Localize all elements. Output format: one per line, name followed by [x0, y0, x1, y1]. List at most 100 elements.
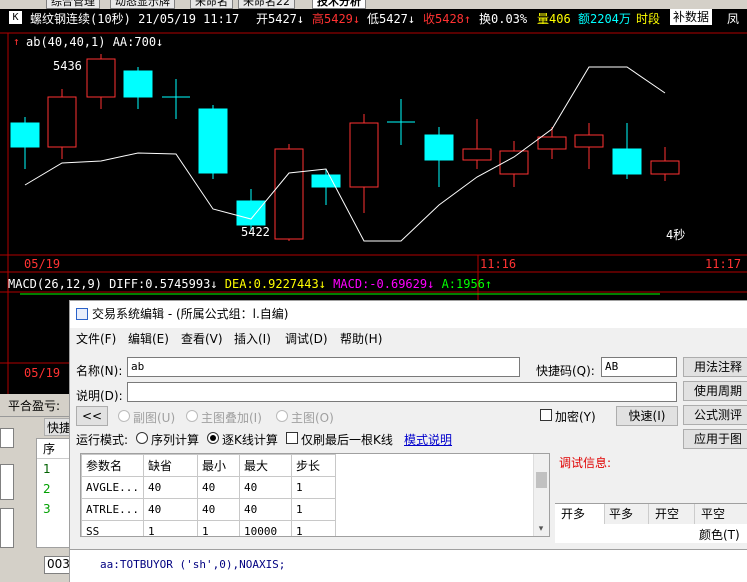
- high-price: 高5429↓: [312, 12, 361, 26]
- position-panel: 平合盈亏: 快捷 序 1 2 3 003: [0, 394, 72, 582]
- shortcut-label: 快捷码(Q):: [536, 364, 595, 378]
- tab-dynamic-board[interactable]: 动态显示牌: [110, 0, 175, 9]
- high-price-marker: 5436: [53, 59, 82, 73]
- formula-editor-dialog: 交易系统编辑 - (所属公式组：l.自编) 文件(F) 编辑(E) 查看(V) …: [69, 300, 747, 582]
- close-arrow-icon: ↑: [463, 12, 472, 26]
- candle-up: [650, 160, 680, 175]
- tab-open-short[interactable]: 开空: [649, 504, 695, 524]
- pnl-divider: [0, 416, 70, 417]
- table-row[interactable]: AVGLE... 40 40 40 1: [81, 476, 336, 499]
- tab-close-short[interactable]: 平空: [695, 504, 747, 524]
- shortcut-input[interactable]: AB: [601, 357, 677, 377]
- tab-integrated-management[interactable]: 综合管理: [46, 0, 100, 9]
- candle-down: [198, 108, 228, 174]
- candle-up: [574, 134, 604, 148]
- quick-button[interactable]: 快速(I): [616, 406, 678, 426]
- mode-help-link[interactable]: 模式说明: [404, 431, 452, 448]
- chevron-down-icon[interactable]: ▾: [535, 524, 547, 534]
- tab-unnamed22[interactable]: 未命名22: [238, 0, 295, 9]
- sequence-calc-radio[interactable]: [136, 432, 148, 444]
- low-arrow-icon: ↓: [407, 12, 416, 26]
- code-line[interactable]: aa:TOTBUYOR ('sh',0),NOAXIS;: [100, 558, 285, 571]
- side-box[interactable]: [0, 508, 14, 548]
- bar-calc-radio[interactable]: [207, 432, 219, 444]
- time-axis-mid: 11:16: [480, 257, 517, 271]
- table-row[interactable]: ATRLE... 40 40 40 1: [81, 498, 336, 521]
- name-label: 名称(N):: [76, 364, 123, 378]
- name-input[interactable]: ab: [127, 357, 520, 377]
- high-arrow-icon: ↓: [352, 12, 361, 26]
- diff-arrow-icon: ↓: [210, 277, 218, 291]
- header-tail: 凤: [727, 12, 740, 26]
- formula-test-button[interactable]: 公式测评: [683, 405, 747, 425]
- candle-up: [349, 122, 379, 188]
- color-label[interactable]: 颜色(T): [699, 526, 740, 543]
- refresh-last-checkbox[interactable]: [286, 432, 298, 444]
- low-price-marker: 5422: [241, 225, 270, 239]
- candle-up: [274, 148, 304, 240]
- encrypt-checkbox[interactable]: [540, 409, 552, 421]
- scroll-thumb[interactable]: [536, 472, 547, 488]
- indicator-up-icon: ↑: [13, 35, 20, 48]
- quick-tab[interactable]: 快捷: [44, 418, 72, 436]
- pnl-label: 平合盈亏:: [8, 399, 61, 413]
- time-axis-lower: 05/19: [24, 366, 61, 380]
- collapse-button[interactable]: <<: [76, 406, 108, 426]
- candle-up: [86, 58, 116, 98]
- menu-insert[interactable]: 插入(I): [234, 328, 271, 350]
- list-header: 序: [37, 439, 71, 459]
- menu-file[interactable]: 文件(F): [76, 328, 116, 350]
- list-item[interactable]: 2: [37, 479, 71, 499]
- open-price: 开5427↓: [256, 12, 305, 26]
- main-overlay-label: 主图叠加(I): [201, 411, 262, 425]
- subchart-label: 副图(U): [133, 411, 176, 425]
- menu-view[interactable]: 查看(V): [181, 328, 223, 350]
- candle-down: [311, 174, 341, 188]
- bar-calc-label: 逐K线计算: [222, 433, 278, 447]
- col-max: 最大: [238, 454, 292, 477]
- supplement-data-button[interactable]: 补数据: [670, 9, 713, 25]
- table-row[interactable]: SS 1 1 10000 1: [81, 520, 336, 536]
- dialog-title: 交易系统编辑 - (所属公式组：l.自编): [70, 301, 747, 328]
- list-item[interactable]: 3: [37, 499, 71, 519]
- period: 时段: [636, 12, 661, 26]
- apply-to-chart-button[interactable]: 应用于图: [683, 429, 747, 449]
- candle-down: [10, 122, 40, 148]
- spin-box[interactable]: [0, 464, 14, 500]
- candle-down: [424, 134, 454, 161]
- col-default: 缺省: [142, 454, 198, 477]
- tab-unnamed[interactable]: 未命名: [190, 0, 233, 9]
- tab-open-long[interactable]: 开多: [555, 504, 605, 524]
- indicator-params: ab(40,40,1) AA:700↓: [26, 35, 164, 49]
- indicator-arrow-icon: ↓: [156, 35, 164, 49]
- code-cell[interactable]: 003: [44, 556, 72, 574]
- k-badge[interactable]: K: [9, 11, 22, 24]
- tab-technical-analysis[interactable]: 技术分析: [312, 0, 366, 9]
- menu-debug[interactable]: 调试(D): [285, 328, 328, 350]
- main-chart-radio: [276, 410, 288, 422]
- use-period-button[interactable]: 使用周期: [683, 381, 747, 401]
- app-icon: [76, 308, 88, 320]
- description-label: 说明(D):: [76, 389, 123, 403]
- time-axis-end: 11:17: [705, 257, 742, 271]
- a-arrow-icon: ↑: [484, 277, 493, 291]
- signal-panel: 开多 平多 开空 平空 颜色(T): [555, 503, 747, 543]
- left-scroll-box[interactable]: [0, 428, 14, 448]
- top-tab-strip: 综合管理 动态显示牌 未命名 未命名22 技术分析: [0, 0, 747, 9]
- position-list[interactable]: 序 1 2 3: [36, 438, 72, 548]
- code-editor[interactable]: aa:TOTBUYOR ('sh',0),NOAXIS;: [70, 549, 747, 582]
- debug-info-label: 调试信息:: [559, 456, 612, 470]
- interval-label: 4秒: [666, 228, 686, 242]
- list-item[interactable]: 1: [37, 459, 71, 479]
- macd-arrow-icon: ↓: [427, 277, 435, 291]
- dea-arrow-icon: ↓: [318, 277, 326, 291]
- close-price: 收5428↑: [423, 12, 472, 26]
- amount: 额2204万: [578, 12, 631, 26]
- usage-notes-button[interactable]: 用法注释: [683, 357, 747, 377]
- description-input[interactable]: [127, 382, 677, 402]
- candle-up: [47, 96, 77, 148]
- main-chart-label: 主图(O): [291, 411, 334, 425]
- tab-close-long[interactable]: 平多: [605, 504, 649, 524]
- menu-edit[interactable]: 编辑(E): [128, 328, 169, 350]
- menu-help[interactable]: 帮助(H): [340, 328, 382, 350]
